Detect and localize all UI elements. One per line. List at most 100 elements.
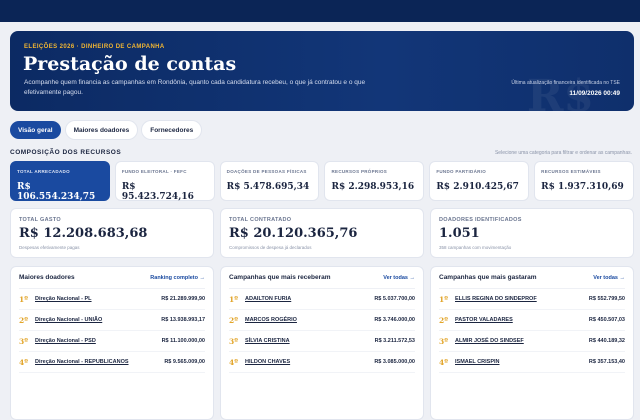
rank: 4º [19, 357, 28, 367]
rank: 3º [439, 336, 448, 346]
campaign-link[interactable]: PASTOR VALADARES [455, 317, 589, 323]
category-card-total-arrecadado[interactable]: TOTAL ARRECADADO R$ 106.554.234,75 [10, 161, 110, 202]
amount: R$ 440.189,32 [588, 338, 625, 344]
rank: 1º [229, 294, 238, 304]
rank: 1º [19, 294, 28, 304]
category-card-recursos-proprios[interactable]: RECURSOS PRÓPRIOS R$ 2.298.953,16 [324, 161, 425, 201]
campaign-link[interactable]: HILDON CHAVES [245, 359, 374, 365]
category-value: R$ 1.937.310,69 [541, 182, 624, 192]
ver-todas-link[interactable]: Ver todas → [593, 275, 625, 281]
total-value: R$ 20.120.365,76 [229, 226, 358, 241]
rank: 2º [229, 315, 238, 325]
total-value: 1.051 [439, 226, 480, 241]
page-title: Prestação de contas [23, 53, 237, 75]
view-tabs: Visão geral Maiores doadores Fornecedore… [10, 121, 202, 139]
top-navbar [0, 0, 640, 22]
list-item: 4º ISMAEL CRISPIN R$ 357.153,40 [439, 352, 625, 373]
list-item: 4º HILDON CHAVES R$ 3.085.000,00 [229, 352, 415, 373]
amount: R$ 5.037.700,00 [374, 296, 415, 302]
ranking-panels: Maiores doadores Ranking completo → 1º D… [10, 266, 634, 420]
list-item: 1º ADAILTON FURIA R$ 5.037.700,00 [229, 289, 415, 310]
list-item: 1º ELLIS REGINA DO SINDEPROF R$ 552.799,… [439, 289, 625, 310]
rank: 1º [439, 294, 448, 304]
panel-campanhas-receberam: Campanhas que mais receberam Ver todas →… [220, 266, 424, 420]
rank: 3º [19, 336, 28, 346]
campaign-link[interactable]: MARCOS ROGÉRIO [245, 317, 374, 323]
category-card-doacoes-pf[interactable]: DOAÇÕES DE PESSOAS FÍSICAS R$ 5.478.695,… [219, 161, 320, 201]
hero-eyebrow: ELEIÇÕES 2026 · DINHEIRO DE CAMPANHA [24, 44, 165, 50]
last-update: Última atualização financeira identifica… [511, 80, 620, 97]
category-value: R$ 106.554.234,75 [17, 182, 96, 202]
total-gasto-card: TOTAL GASTO R$ 12.208.683,68 Despesas ef… [10, 208, 214, 258]
amount: R$ 3.211.572,53 [374, 338, 415, 344]
amount: R$ 11.100.000,00 [161, 338, 205, 344]
panel-header: Maiores doadores Ranking completo → [19, 274, 205, 289]
donor-link[interactable]: Direção Nacional - PL [35, 296, 161, 302]
campaign-link[interactable]: ELLIS REGINA DO SINDEPROF [455, 296, 589, 302]
amount: R$ 552.799,50 [588, 296, 625, 302]
category-card-fundo-partidario[interactable]: FUNDO PARTIDÁRIO R$ 2.910.425,67 [429, 161, 530, 201]
panel-title: Maiores doadores [19, 274, 75, 281]
campaign-link[interactable]: SÍLVIA CRISTINA [245, 338, 375, 344]
amount: R$ 13.938.993,17 [161, 317, 205, 323]
donor-link[interactable]: Direção Nacional - REPUBLICANOS [35, 359, 164, 365]
category-value: R$ 95.423.724,16 [121, 182, 194, 202]
amount: R$ 21.289.999,90 [161, 296, 205, 302]
total-label: TOTAL CONTRATADO [229, 217, 292, 223]
last-update-label: Última atualização financeira identifica… [511, 80, 620, 86]
panel-title: Campanhas que mais gastaram [439, 274, 537, 281]
campaign-link[interactable]: ADAILTON FURIA [245, 296, 374, 302]
category-value: R$ 2.298.953,16 [331, 182, 415, 192]
ver-todas-link[interactable]: Ver todas → [383, 275, 415, 281]
panel-maiores-doadores: Maiores doadores Ranking completo → 1º D… [10, 266, 214, 420]
composition-title: COMPOSIÇÃO DOS RECURSOS [10, 149, 122, 156]
category-label: FUNDO PARTIDÁRIO [436, 169, 487, 174]
panel-title: Campanhas que mais receberam [229, 274, 331, 281]
category-card-recursos-estimaveis[interactable]: RECURSOS ESTIMÁVEIS R$ 1.937.310,69 [534, 161, 634, 201]
total-contratado-card: TOTAL CONTRATADO R$ 20.120.365,76 Compro… [220, 208, 424, 258]
amount: R$ 357.153,40 [588, 359, 625, 365]
rank: 4º [229, 357, 238, 367]
amount: R$ 3.746.000,00 [374, 317, 415, 323]
composition-hint: Selecione uma categoria para filtrar e o… [494, 150, 632, 156]
ranking-completo-link[interactable]: Ranking completo → [150, 275, 205, 281]
category-value: R$ 2.910.425,67 [436, 182, 519, 192]
category-card-fundo-eleitoral[interactable]: FUNDO ELEITORAL · FEFC R$ 95.423.724,16 [114, 161, 215, 202]
donor-link[interactable]: Direção Nacional - PSD [35, 338, 162, 344]
hero-description: Acompanhe quem financia as campanhas em … [24, 79, 366, 96]
list-item: 2º Direção Nacional - UNIÃO R$ 13.938.99… [19, 310, 205, 331]
category-label: RECURSOS ESTIMÁVEIS [541, 169, 601, 174]
amount: R$ 3.085.000,00 [374, 359, 415, 365]
campaign-link[interactable]: ALMIR JOSÉ DO SINDSEF [455, 338, 589, 344]
summary-totals: TOTAL GASTO R$ 12.208.683,68 Despesas ef… [10, 208, 634, 258]
tab-maiores-doadores[interactable]: Maiores doadores [65, 121, 138, 139]
tab-visao-geral[interactable]: Visão geral [10, 121, 61, 139]
panel-campanhas-gastaram: Campanhas que mais gastaram Ver todas → … [430, 266, 634, 420]
campaign-link[interactable]: ISMAEL CRISPIN [455, 359, 589, 365]
category-label: DOAÇÕES DE PESSOAS FÍSICAS [226, 169, 307, 174]
doadores-identificados-card: DOADORES IDENTIFICADOS 1.051 358 campanh… [430, 208, 634, 258]
tab-fornecedores[interactable]: Fornecedores [142, 121, 202, 139]
rank: 2º [19, 315, 28, 325]
resource-categories: TOTAL ARRECADADO R$ 106.554.234,75 FUNDO… [10, 161, 634, 202]
total-caption: Compromissos de despesa já declarados [229, 245, 312, 250]
amount: R$ 9.565.009,00 [164, 359, 205, 365]
total-label: DOADORES IDENTIFICADOS [439, 217, 522, 223]
total-caption: 358 campanhas com movimentação [439, 245, 512, 250]
category-label: TOTAL ARRECADADO [17, 169, 70, 174]
list-item: 4º Direção Nacional - REPUBLICANOS R$ 9.… [19, 352, 205, 373]
category-value: R$ 5.478.695,34 [226, 182, 310, 192]
panel-header: Campanhas que mais gastaram Ver todas → [439, 274, 625, 289]
list-item: 2º PASTOR VALADARES R$ 450.507,03 [439, 310, 625, 331]
category-label: FUNDO ELEITORAL · FEFC [121, 169, 187, 174]
list-item: 3º SÍLVIA CRISTINA R$ 3.211.572,53 [229, 331, 415, 352]
amount: R$ 450.507,03 [588, 317, 625, 323]
donor-link[interactable]: Direção Nacional - UNIÃO [35, 317, 161, 323]
total-caption: Despesas efetivamente pagas [19, 245, 80, 250]
list-item: 2º MARCOS ROGÉRIO R$ 3.746.000,00 [229, 310, 415, 331]
list-item: 3º ALMIR JOSÉ DO SINDSEF R$ 440.189,32 [439, 331, 625, 352]
rank: 3º [229, 336, 238, 346]
total-label: TOTAL GASTO [19, 217, 62, 223]
list-item: 1º Direção Nacional - PL R$ 21.289.999,9… [19, 289, 205, 310]
hero-banner: ELEIÇÕES 2026 · DINHEIRO DE CAMPANHA Pre… [10, 31, 634, 111]
